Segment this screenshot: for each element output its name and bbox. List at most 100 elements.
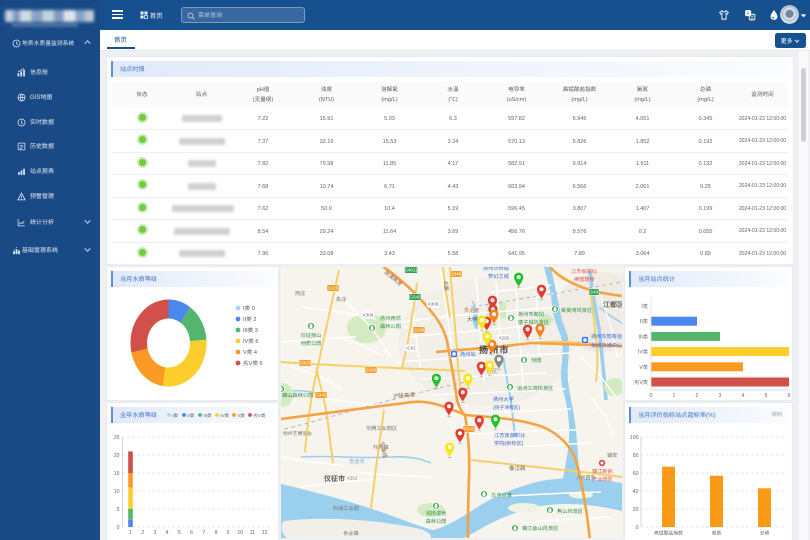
- svg-text:II类: II类: [640, 318, 648, 325]
- svg-text:总磷: 总磷: [760, 530, 770, 537]
- svg-text:V类 4: V类 4: [243, 348, 257, 356]
- svg-text:华腾工业园区: 华腾工业园区: [366, 425, 397, 432]
- svg-text:人民圆电: 人民圆电: [576, 474, 595, 481]
- svg-text:S49: S49: [590, 290, 599, 295]
- svg-text:II类: II类: [187, 413, 195, 419]
- svg-text:20: 20: [633, 506, 639, 513]
- svg-text:40: 40: [633, 488, 639, 495]
- svg-text:4: 4: [166, 529, 169, 536]
- svg-text:100: 100: [630, 434, 639, 441]
- svg-text:运河三湾风景区: 运河三湾风景区: [517, 385, 553, 392]
- svg-text:5: 5: [178, 529, 181, 536]
- svg-text:仪征市: 仪征市: [323, 474, 345, 484]
- svg-text:20: 20: [114, 452, 120, 459]
- svg-text:世业镇: 世业镇: [343, 530, 359, 537]
- svg-text:扬州艺博览会: 扬州艺博览会: [283, 430, 312, 437]
- svg-text:3: 3: [153, 529, 156, 536]
- svg-text:高锰酸盐指数: 高锰酸盐指数: [654, 530, 683, 537]
- svg-text:北路: 北路: [442, 281, 450, 292]
- svg-text:III类 3: III类 3: [243, 326, 258, 334]
- svg-text:大运河: 大运河: [464, 307, 480, 314]
- svg-text:9: 9: [227, 529, 230, 536]
- svg-text:10: 10: [237, 529, 243, 536]
- svg-text:瓜洲古渡: 瓜洲古渡: [491, 492, 512, 499]
- svg-text:X252: X252: [347, 476, 358, 481]
- svg-text:X304: X304: [363, 313, 374, 318]
- svg-text:G4011: G4011: [404, 268, 418, 273]
- svg-text:1: 1: [129, 529, 132, 536]
- svg-text:森林公园: 森林公园: [426, 518, 447, 525]
- svg-text:11: 11: [250, 529, 255, 536]
- svg-text:闸管理所: 闸管理所: [574, 276, 595, 283]
- svg-text:利涵工业园: 利涵工业园: [333, 505, 359, 512]
- svg-text:扬州站: 扬州站: [460, 351, 476, 358]
- svg-text:7: 7: [202, 529, 205, 536]
- svg-text:S353: S353: [300, 361, 311, 366]
- svg-text:地质公园: 地质公园: [301, 340, 322, 347]
- svg-text:1: 1: [673, 392, 676, 399]
- svg-text:25: 25: [114, 434, 120, 441]
- svg-text:森林公园: 森林公园: [380, 323, 401, 330]
- svg-text:12: 12: [262, 529, 268, 536]
- svg-text:S340: S340: [366, 368, 377, 373]
- svg-text:X306: X306: [428, 302, 439, 307]
- svg-text:IV类 6: IV类 6: [243, 337, 259, 345]
- svg-text:劣V类: 劣V类: [634, 379, 648, 386]
- svg-text:S125: S125: [328, 286, 339, 291]
- svg-text:I类: I类: [172, 413, 178, 419]
- svg-text:IV类: IV类: [638, 349, 648, 356]
- svg-text:扬州大学: 扬州大学: [493, 396, 514, 403]
- svg-text:扬州东部客运: 扬州东部客运: [591, 333, 622, 340]
- svg-text:茱萸湾风景区: 茱萸湾风景区: [561, 307, 592, 314]
- svg-text:S349: S349: [451, 272, 462, 277]
- svg-text:镇江金山风景区: 镇江金山风景区: [522, 525, 558, 532]
- svg-text:15: 15: [114, 470, 120, 477]
- svg-text:镇山森林公园: 镇山森林公园: [282, 392, 313, 399]
- svg-text:2: 2: [141, 529, 144, 536]
- svg-text:I类: I类: [641, 303, 648, 310]
- svg-text:8: 8: [214, 529, 217, 536]
- svg-text:III类: III类: [638, 333, 648, 340]
- svg-text:V类: V类: [237, 413, 245, 419]
- svg-text:镇安: 镇安: [607, 452, 617, 459]
- svg-text:文: 文: [750, 14, 754, 20]
- svg-text:朴席镇: 朴席镇: [373, 444, 389, 451]
- svg-text:V类: V类: [639, 364, 648, 371]
- svg-text:G345: G345: [409, 295, 421, 300]
- svg-text:3: 3: [719, 392, 722, 399]
- svg-text:吉运河: 吉运河: [349, 458, 365, 465]
- svg-text:扬州西郊: 扬州西郊: [380, 315, 401, 322]
- svg-text:西庄: 西庄: [295, 290, 305, 297]
- svg-text:梦幻之城: 梦幻之城: [488, 273, 510, 280]
- svg-text:0: 0: [650, 392, 653, 399]
- svg-text:焦山风景区: 焦山风景区: [557, 508, 583, 515]
- svg-text:S340: S340: [316, 393, 327, 398]
- svg-text:I类 0: I类 0: [243, 304, 255, 312]
- svg-text:枢纽交通中心: 枢纽交通中心: [591, 342, 622, 349]
- svg-text:X202: X202: [499, 336, 510, 341]
- svg-text:5: 5: [765, 392, 768, 399]
- svg-text:唐子城风景区: 唐子城风景区: [518, 319, 549, 326]
- svg-text:2: 2: [696, 392, 699, 399]
- svg-text:学院(新校区): 学院(新校区): [494, 440, 524, 447]
- svg-text:劣V类: 劣V类: [253, 413, 266, 419]
- svg-text:扬州市蜀冈: 扬州市蜀冈: [518, 311, 544, 318]
- svg-text:IC01: IC01: [406, 346, 416, 351]
- svg-text:II类 2: II类 2: [243, 315, 256, 323]
- svg-text:0: 0: [117, 524, 120, 531]
- svg-text:80: 80: [633, 452, 639, 459]
- svg-text:何园: 何园: [531, 357, 541, 364]
- svg-text:4: 4: [742, 392, 745, 399]
- svg-text:6: 6: [788, 392, 791, 399]
- svg-text:春江路: 春江路: [509, 464, 526, 472]
- svg-text:6: 6: [190, 529, 193, 536]
- svg-text:江苏旅游职业: 江苏旅游职业: [494, 432, 525, 439]
- svg-text:氨氮: 氨氮: [712, 530, 722, 537]
- svg-text:江都区: 江都区: [603, 300, 622, 310]
- svg-text:(扬子津校区): (扬子津校区): [493, 404, 521, 411]
- svg-text:S243: S243: [464, 427, 475, 432]
- svg-text:润扬湿地: 润扬湿地: [426, 510, 447, 517]
- svg-text:劣V类 6: 劣V类 6: [243, 359, 263, 367]
- svg-text:扬州华侨城: 扬州华侨城: [483, 267, 510, 272]
- svg-text:仪征捺山: 仪征捺山: [301, 332, 322, 339]
